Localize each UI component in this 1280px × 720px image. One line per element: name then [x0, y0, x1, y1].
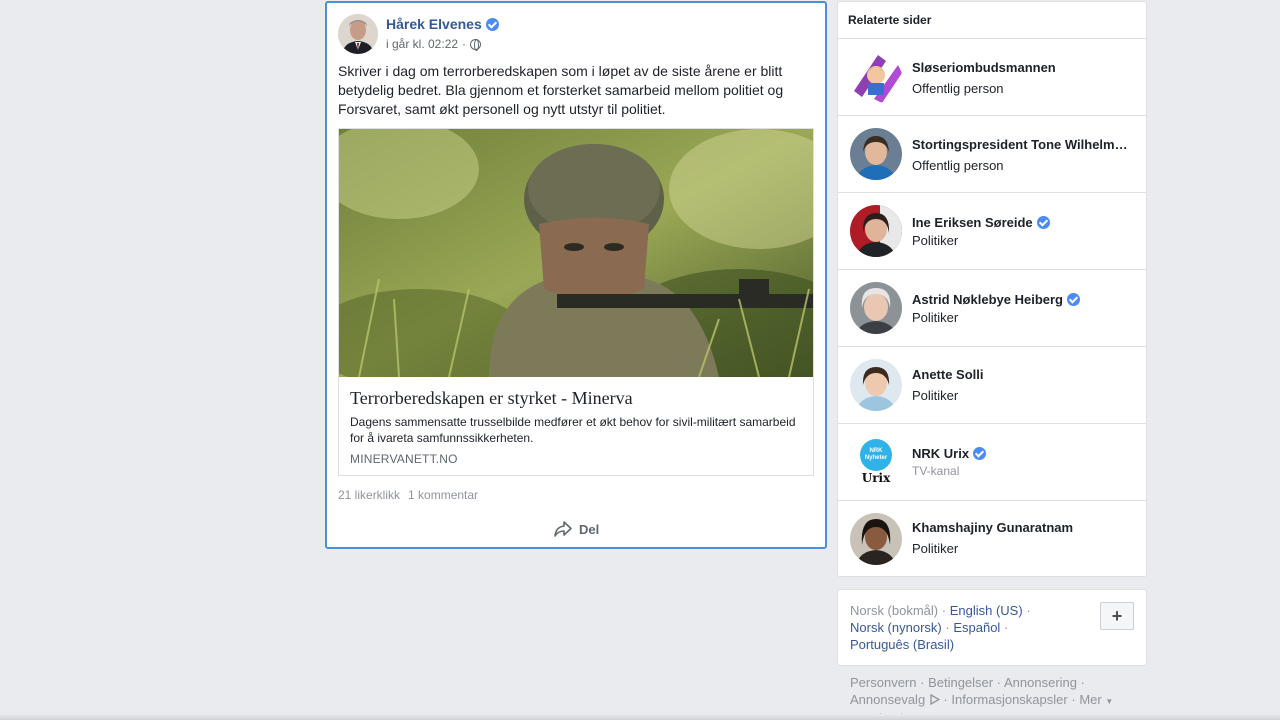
related-item[interactable]: Astrid Nøklebye Heiberg Politiker: [838, 270, 1146, 347]
post-header: Hårek Elvenes i går kl. 02:22 ·: [338, 14, 808, 56]
footer-link-cookies[interactable]: Informasjonskapsler: [951, 692, 1067, 707]
language-link-portugues[interactable]: Português (Brasil): [850, 637, 954, 652]
language-link-nynorsk[interactable]: Norsk (nynorsk): [850, 620, 942, 635]
link-preview-image[interactable]: [339, 129, 813, 377]
related-avatar[interactable]: [850, 513, 902, 565]
related-category: Offentlig person: [912, 81, 1004, 96]
likes-count[interactable]: 21 likerklikk: [338, 488, 400, 502]
separator: ·: [945, 620, 950, 635]
related-name[interactable]: Astrid Nøklebye Heiberg: [912, 292, 1080, 307]
urix-logo-text: Urix: [861, 471, 891, 485]
link-title[interactable]: Terrorberedskapen er styrket - Minerva: [350, 387, 802, 409]
link-preview[interactable]: Terrorberedskapen er styrket - Minerva D…: [338, 128, 814, 476]
comments-count[interactable]: 1 kommentar: [408, 488, 478, 502]
related-pages: Relaterte sider Sløseriombudsmannen Offe…: [837, 1, 1147, 577]
footer-link-ad-choices[interactable]: Annonsevalg: [850, 692, 925, 707]
footer-link-terms[interactable]: Betingelser: [928, 675, 993, 690]
verified-badge-icon: [1036, 216, 1050, 229]
separator: ·: [1003, 620, 1009, 635]
related-item[interactable]: Anette Solli Politiker: [838, 347, 1146, 424]
verified-badge-icon: [1067, 293, 1080, 306]
nrk-urix-logo[interactable]: NRK Nyheter Urix: [850, 436, 902, 488]
separator: ·: [943, 692, 948, 707]
related-name[interactable]: Ine Eriksen Søreide: [912, 215, 1050, 230]
separator: ·: [941, 603, 947, 618]
related-category: Politiker: [912, 310, 959, 325]
related-name[interactable]: Khamshajiny Gunaratnam: [912, 520, 1073, 535]
nrk-logo-text: NRK Nyheter: [864, 448, 888, 461]
related-category: Politiker: [912, 388, 959, 403]
related-category: Offentlig person: [912, 158, 1004, 173]
ad-choices-icon: [930, 693, 941, 706]
related-item[interactable]: Ine Eriksen Søreide Politiker: [838, 193, 1146, 270]
current-language: Norsk (bokmål): [850, 603, 939, 618]
separator: ·: [1026, 603, 1031, 618]
separator: ·: [1080, 675, 1085, 690]
related-category: TV-kanal: [912, 464, 960, 478]
separator: ·: [1071, 692, 1076, 707]
post-author[interactable]: Hårek Elvenes: [386, 16, 499, 32]
post-timestamp[interactable]: i går kl. 02:22: [386, 37, 458, 51]
related-name[interactable]: NRK Urix: [912, 446, 987, 461]
related-name[interactable]: Sløseriombudsmannen: [912, 60, 1056, 75]
add-language-button[interactable]: +: [1100, 602, 1134, 630]
globe-icon: [470, 38, 482, 51]
meta-separator: ·: [462, 37, 467, 51]
verified-badge-icon: [485, 17, 499, 31]
related-avatar[interactable]: [850, 128, 902, 180]
footer-link-advertising[interactable]: Annonsering: [1004, 675, 1077, 690]
verified-badge-icon: [973, 447, 987, 460]
link-description: Dagens sammensatte trusselbilde medfører…: [350, 415, 796, 445]
author-avatar[interactable]: [338, 14, 378, 54]
post-author-name[interactable]: Hårek Elvenes: [386, 16, 482, 32]
language-link-espanol[interactable]: Español: [953, 620, 1000, 635]
related-item[interactable]: Stortingspresident Tone Wilhelm… Offentl…: [838, 116, 1146, 193]
related-name[interactable]: Stortingspresident Tone Wilhelm…: [912, 137, 1128, 152]
related-avatar[interactable]: [850, 359, 902, 411]
link-domain: MINERVANETT.NO: [350, 452, 458, 466]
footer-link-privacy[interactable]: Personvern: [850, 675, 916, 690]
post-text: Skriver i dag om terrorberedskapen som i…: [338, 63, 784, 117]
post-stats: 21 likerklikk 1 kommentar: [338, 488, 478, 502]
related-pages-title: Relaterte sider: [838, 2, 1146, 39]
related-avatar[interactable]: [850, 51, 902, 103]
nrk-logo-circle: NRK Nyheter: [860, 439, 892, 471]
post-card: Hårek Elvenes i går kl. 02:22 · Skriver …: [325, 1, 827, 549]
related-avatar[interactable]: [850, 205, 902, 257]
language-list: Norsk (bokmål) · English (US) · Norsk (n…: [850, 602, 1050, 653]
separator: ·: [996, 675, 1002, 690]
share-label: Del: [579, 521, 600, 537]
bottom-shadow: [0, 714, 1280, 720]
chevron-down-icon[interactable]: ▼: [1105, 697, 1113, 706]
share-button[interactable]: Del: [553, 520, 599, 538]
related-name[interactable]: Anette Solli: [912, 367, 984, 382]
related-avatar[interactable]: [850, 282, 902, 334]
share-icon: [554, 521, 572, 537]
language-link-english[interactable]: English (US): [950, 603, 1023, 618]
post-meta: i går kl. 02:22 ·: [386, 37, 482, 51]
related-category: Politiker: [912, 233, 959, 248]
link-preview-body: Terrorberedskapen er styrket - Minerva D…: [339, 377, 813, 476]
language-selector: Norsk (bokmål) · English (US) · Norsk (n…: [837, 589, 1147, 666]
related-item[interactable]: Khamshajiny Gunaratnam Politiker: [838, 501, 1146, 578]
related-category: Politiker: [912, 541, 959, 556]
related-item[interactable]: Sløseriombudsmannen Offentlig person: [838, 39, 1146, 116]
separator: ·: [920, 675, 925, 690]
footer-link-more[interactable]: Mer: [1079, 692, 1101, 707]
related-item[interactable]: NRK Nyheter Urix NRK Urix TV-kanal: [838, 424, 1146, 501]
